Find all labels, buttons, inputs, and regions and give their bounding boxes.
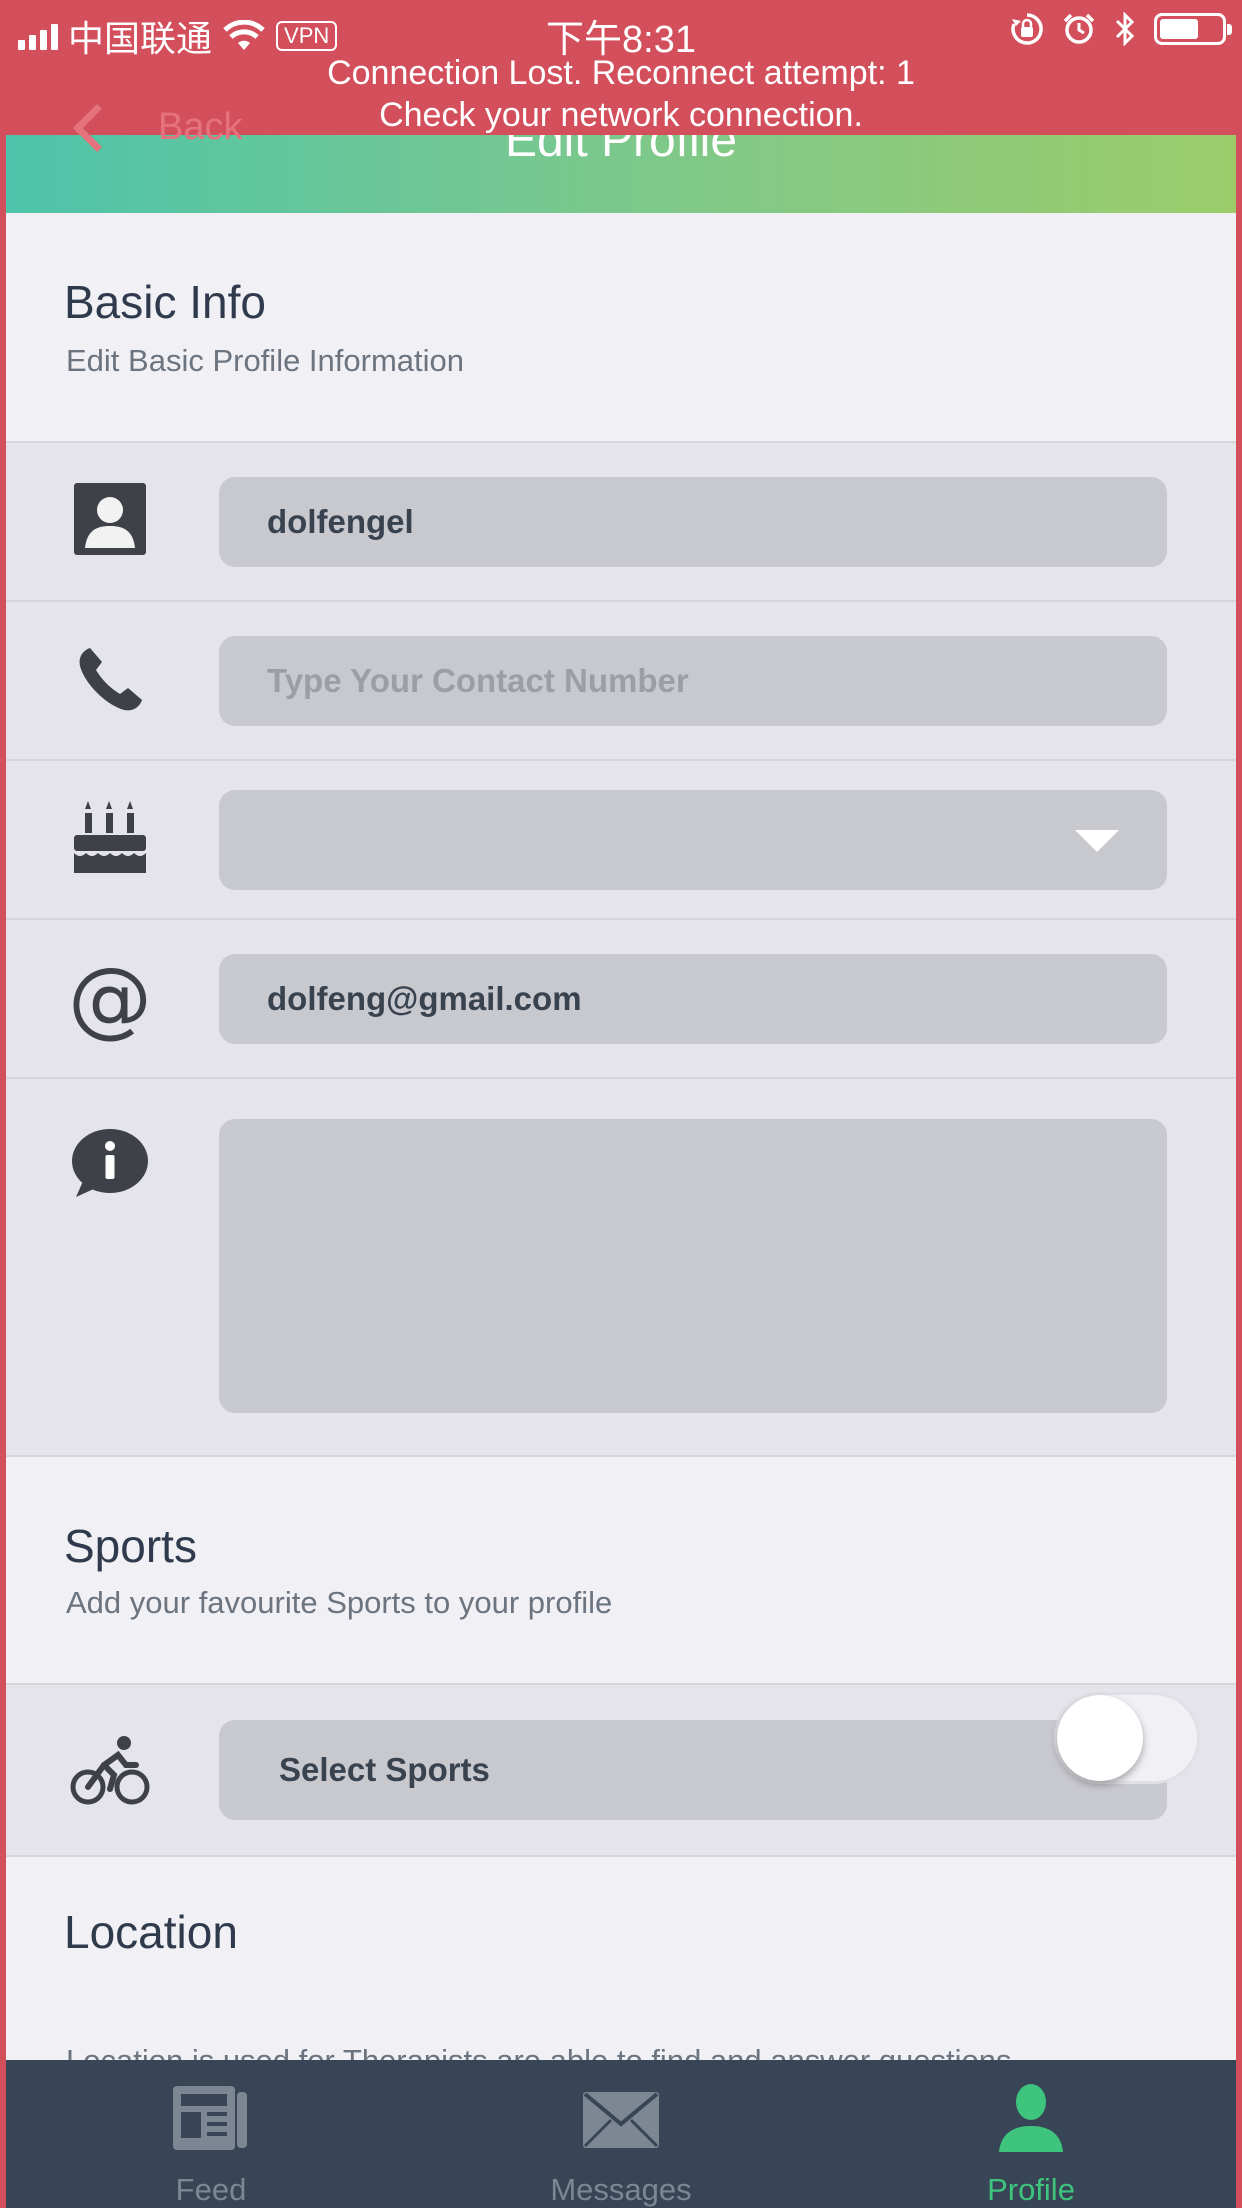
connection-message: Connection Lost. Reconnect attempt: 1 bbox=[327, 54, 915, 92]
info-bubble-icon bbox=[70, 1127, 150, 1207]
envelope-icon bbox=[583, 2092, 659, 2148]
birthday-dropdown[interactable] bbox=[219, 790, 1167, 890]
chevron-down-icon bbox=[1075, 830, 1119, 852]
basic-info-header: Basic Info Edit Basic Profile Informatio… bbox=[6, 213, 1236, 441]
phone-icon bbox=[70, 640, 150, 720]
tab-label: Feed bbox=[175, 2172, 247, 2207]
phone-placeholder: Type Your Contact Number bbox=[267, 662, 689, 699]
sports-row: Select Sports bbox=[6, 1683, 1236, 1855]
tab-bar: Feed Messages Profile bbox=[6, 2060, 1236, 2208]
section-title: Basic Info bbox=[64, 276, 266, 328]
username-row: dolfengel bbox=[6, 441, 1236, 600]
email-value: dolfeng@gmail.com bbox=[267, 980, 582, 1017]
tab-messages[interactable]: Messages bbox=[416, 2060, 826, 2208]
username-value: dolfengel bbox=[267, 503, 414, 540]
edit-profile-form[interactable]: Basic Info Edit Basic Profile Informatio… bbox=[6, 213, 1236, 2060]
sports-dropdown[interactable]: Select Sports bbox=[219, 1720, 1167, 1820]
section-subtitle: Add your favourite Sports to your profil… bbox=[66, 1585, 613, 1620]
connection-hint: Check your network connection. bbox=[379, 96, 863, 134]
bluetooth-icon bbox=[1115, 12, 1135, 46]
tab-label: Messages bbox=[550, 2172, 692, 2207]
phone-input[interactable]: Type Your Contact Number bbox=[219, 636, 1167, 726]
app-frame: 中国联通 VPN 下午8:31 Edit Profile Back Connec… bbox=[0, 0, 1242, 2208]
newspaper-icon bbox=[173, 2086, 247, 2150]
section-title: Sports bbox=[64, 1520, 197, 1572]
sports-select-label: Select Sports bbox=[279, 1751, 490, 1788]
tab-profile[interactable]: Profile bbox=[826, 2060, 1236, 2208]
toggle-knob bbox=[1057, 1695, 1143, 1781]
tab-feed[interactable]: Feed bbox=[6, 2060, 416, 2208]
battery-icon bbox=[1154, 13, 1232, 45]
about-row bbox=[6, 1077, 1236, 1455]
sports-header: Sports Add your favourite Sports to your… bbox=[6, 1455, 1236, 1683]
person-icon bbox=[999, 2084, 1063, 2152]
rotation-lock-icon bbox=[1011, 13, 1043, 45]
about-textarea[interactable] bbox=[219, 1119, 1167, 1413]
birthday-cake-icon bbox=[70, 797, 150, 877]
birthday-row bbox=[6, 759, 1236, 918]
user-portrait-icon bbox=[70, 479, 150, 559]
phone-row: Type Your Contact Number bbox=[6, 600, 1236, 759]
section-title: Location bbox=[64, 1906, 238, 1958]
tab-label: Profile bbox=[987, 2172, 1075, 2207]
alarm-icon bbox=[1063, 13, 1095, 44]
section-subtitle: Edit Basic Profile Information bbox=[66, 343, 465, 378]
status-bar: 中国联通 VPN 下午8:31 bbox=[0, 0, 1242, 61]
cyclist-icon bbox=[70, 1731, 150, 1811]
at-sign-icon: @ bbox=[68, 949, 152, 1047]
location-description: Location is used for Therapists are able… bbox=[66, 2043, 1012, 2060]
location-section: Location Location is used for Therapists… bbox=[6, 1855, 1236, 2060]
email-field[interactable]: dolfeng@gmail.com bbox=[219, 954, 1167, 1044]
email-row: @ dolfeng@gmail.com bbox=[6, 918, 1236, 1077]
username-field[interactable]: dolfengel bbox=[219, 477, 1167, 567]
location-toggle[interactable] bbox=[1054, 1692, 1200, 1784]
connection-lost-banner: Connection Lost. Reconnect attempt: 1 Ch… bbox=[0, 52, 1242, 136]
